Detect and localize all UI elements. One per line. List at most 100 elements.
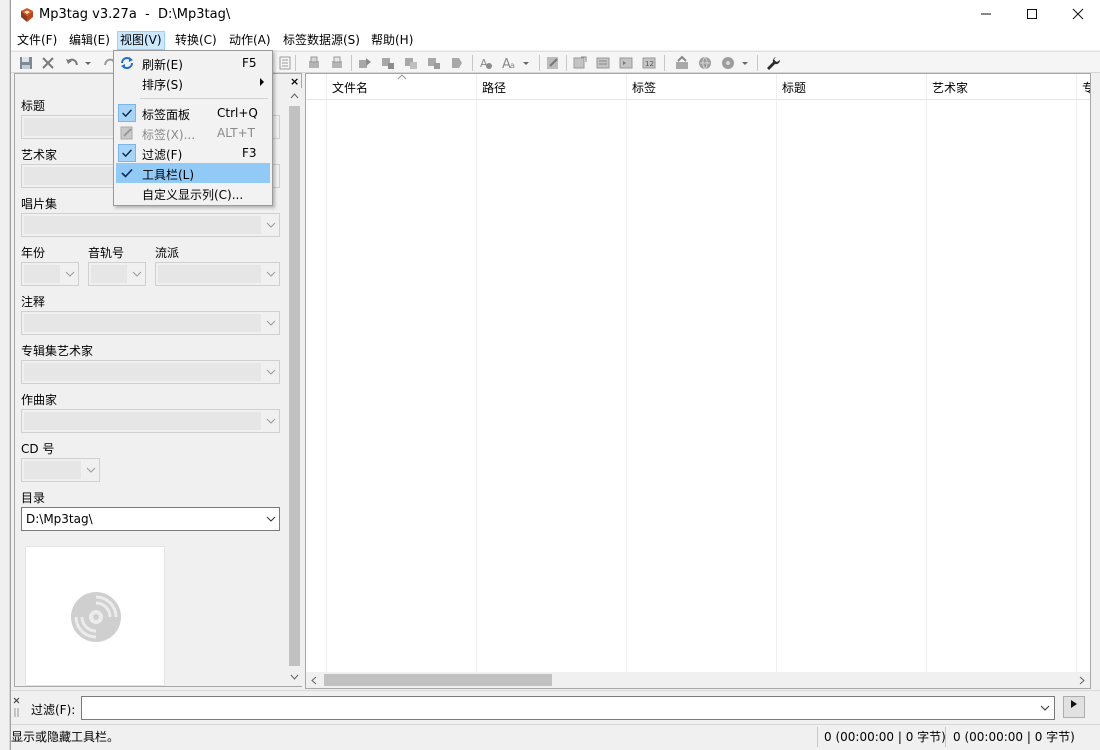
tag-panel-scroll-thumb[interactable] [289, 106, 300, 666]
album-artist-field[interactable] [21, 360, 280, 384]
save-icon[interactable] [18, 55, 34, 71]
close-icon [1072, 8, 1084, 20]
year-field[interactable] [21, 262, 79, 286]
web-sources-icon[interactable] [720, 55, 736, 71]
wrench-options-icon[interactable] [765, 55, 781, 71]
paste-tag-icon[interactable] [329, 55, 345, 71]
status-total-count: 0 (00:00:00 | 0 字节) [953, 730, 1075, 744]
menu-convert[interactable]: 转换(C) [173, 32, 219, 49]
status-separator [817, 727, 818, 747]
album-field[interactable] [21, 213, 280, 237]
tag-sources-icon[interactable] [674, 55, 690, 71]
tag-filename-icon[interactable] [357, 55, 373, 71]
title-bar[interactable]: Mp3tag v3.27a - D:\Mp3tag\ [11, 0, 1100, 30]
undo-dropdown-icon[interactable] [83, 55, 93, 71]
disc-label: CD 号 [21, 442, 55, 456]
tag-edit-icon [120, 126, 133, 140]
title-label: 标题 [21, 99, 46, 113]
maximize-button[interactable] [1009, 0, 1055, 30]
menu-item-sort-label: 排序(S) [142, 78, 183, 92]
filter-input[interactable] [81, 696, 1055, 720]
menu-edit[interactable]: 编辑(E) [67, 32, 112, 49]
composer-field[interactable] [21, 409, 280, 433]
close-button[interactable] [1055, 0, 1100, 30]
menu-item-tag-panel[interactable]: 标签面板 Ctrl+Q [116, 103, 270, 123]
menu-file[interactable]: 文件(F) [15, 32, 59, 49]
export-icon[interactable] [572, 55, 588, 71]
list-icon[interactable] [277, 55, 293, 71]
menu-item-filter-label: 过滤(F) [142, 148, 183, 162]
column-header-title[interactable]: 标题 [782, 79, 806, 96]
tag-panel-scrollbar[interactable] [287, 88, 302, 686]
minimize-button[interactable] [963, 0, 1009, 30]
text-file-tag-icon[interactable] [426, 55, 442, 71]
menu-item-toolbar[interactable]: 工具栏(L) [116, 163, 270, 183]
menu-item-filter[interactable]: 过滤(F) F3 [116, 143, 270, 163]
filename-tag-icon[interactable] [380, 55, 396, 71]
menu-actions[interactable]: 动作(A) [227, 32, 273, 49]
minimize-icon [981, 13, 991, 15]
toolbar-separator [295, 55, 296, 71]
directory-field[interactable]: D:\Mp3tag\ [21, 507, 280, 531]
background-window-edge [0, 0, 10, 750]
tag-tag-icon[interactable] [449, 55, 465, 71]
menu-item-tags: 标签(X)... ALT+T [116, 123, 270, 143]
edit-icon[interactable] [545, 55, 561, 71]
checkmark-icon [121, 168, 133, 178]
menu-tag-sources[interactable]: 标签数据源(S) [281, 32, 362, 49]
autonumber-icon[interactable]: A [478, 55, 494, 71]
scroll-down-icon[interactable] [290, 672, 299, 681]
scroll-up-icon[interactable] [290, 92, 299, 101]
column-divider [476, 74, 477, 672]
menu-item-sort[interactable]: 排序(S) [116, 73, 270, 93]
column-divider [1076, 74, 1077, 672]
menu-item-toolbar-label: 工具栏(L) [142, 168, 195, 182]
remove-tag-icon[interactable] [40, 55, 56, 71]
toolbar-separator [351, 55, 352, 71]
filter-bar-grip-icon[interactable] [13, 697, 21, 719]
maximize-icon [1027, 9, 1037, 19]
copy-tag-icon[interactable] [306, 55, 322, 71]
menu-help[interactable]: 帮助(H) [369, 32, 415, 49]
scroll-right-icon[interactable] [1078, 676, 1086, 685]
playlist-selected-icon[interactable] [618, 55, 634, 71]
menu-item-refresh[interactable]: 刷新(E) F5 [116, 53, 270, 73]
menu-item-refresh-shortcut: F5 [242, 56, 257, 70]
filter-apply-button[interactable] [1063, 696, 1085, 718]
menu-item-filter-shortcut: F3 [242, 146, 257, 160]
column-header-album[interactable]: 专 [1082, 79, 1090, 96]
track-field[interactable] [88, 262, 146, 286]
column-header-path[interactable]: 路径 [482, 79, 506, 96]
filter-label: 过滤(F): [31, 703, 76, 717]
genre-field[interactable] [155, 262, 280, 286]
comment-field[interactable] [21, 311, 280, 335]
web-sources-dropdown-icon[interactable] [740, 55, 750, 71]
menu-view[interactable]: 视图(V) [117, 31, 165, 50]
menu-item-tags-shortcut: ALT+T [217, 126, 255, 140]
freedb-globe-icon[interactable] [697, 55, 713, 71]
chevron-down-icon[interactable] [1040, 703, 1050, 713]
svg-text:12: 12 [645, 60, 654, 68]
svg-text:a: a [510, 61, 515, 70]
case-conversion-icon[interactable]: Aa [501, 55, 517, 71]
column-header-artist[interactable]: 艺术家 [932, 79, 968, 96]
column-header-tag[interactable]: 标签 [632, 79, 656, 96]
chevron-down-icon [65, 271, 75, 277]
actions-dropdown-icon[interactable] [521, 55, 531, 71]
album-artist-label: 专辑集艺术家 [21, 344, 94, 358]
file-list-hscrollbar[interactable] [306, 672, 1090, 688]
menu-item-customize-columns[interactable]: 自定义显示列(C)... [116, 183, 270, 203]
scroll-left-icon[interactable] [310, 676, 318, 685]
file-list[interactable]: 文件名 路径 标签 标题 艺术家 专 [305, 73, 1091, 689]
filename-filename-icon[interactable] [403, 55, 419, 71]
status-message: 显示或隐藏工具栏。 [11, 730, 120, 744]
file-list-scroll-thumb[interactable] [324, 674, 552, 686]
cover-art-area[interactable] [25, 546, 165, 686]
chevron-down-icon [266, 516, 276, 522]
numbering-icon[interactable]: 12 [641, 55, 657, 71]
column-header-filename[interactable]: 文件名 [332, 79, 368, 96]
playlist-icon[interactable] [595, 55, 611, 71]
disc-field[interactable] [21, 458, 100, 482]
undo-icon[interactable] [64, 55, 80, 71]
tag-panel-close-button[interactable]: × [290, 75, 299, 88]
